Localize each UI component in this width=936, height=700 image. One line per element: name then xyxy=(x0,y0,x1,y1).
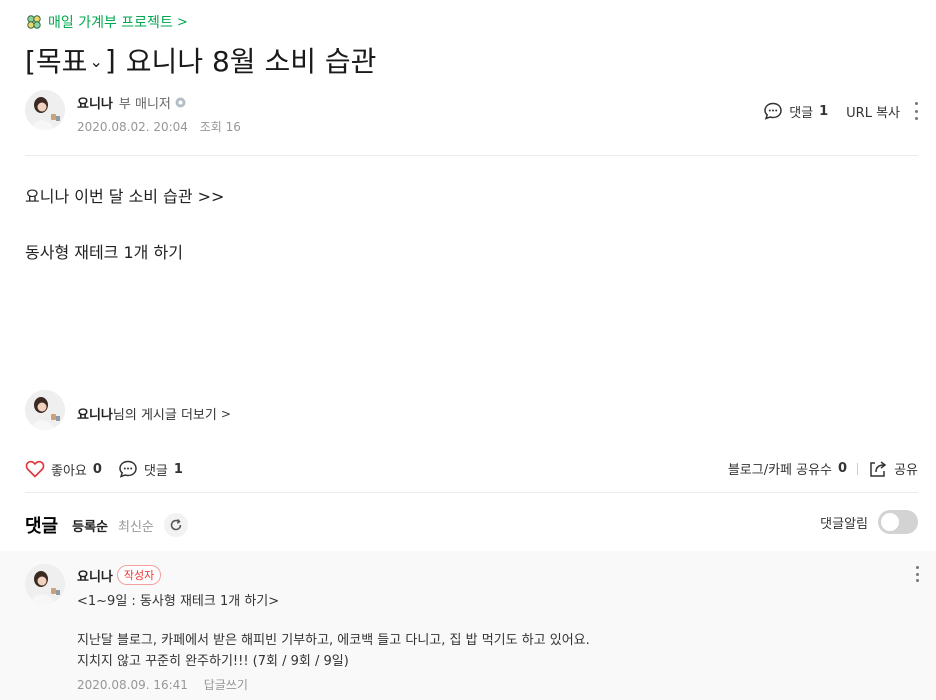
author-avatar[interactable] xyxy=(25,90,65,130)
comment-icon[interactable] xyxy=(118,459,138,479)
like-label[interactable]: 좋아요 xyxy=(51,460,87,479)
reaction-bar: 좋아요 0 댓글 1 xyxy=(25,459,183,479)
sort-latest-tab[interactable]: 최신순 xyxy=(118,516,154,535)
notify-label: 댓글알림 xyxy=(820,516,868,532)
comment-icon[interactable] xyxy=(763,101,783,121)
heart-icon[interactable] xyxy=(25,460,45,478)
reaction-comment-count: 1 xyxy=(173,461,183,477)
comment-link-label[interactable]: 댓글 xyxy=(789,102,813,121)
comments-title: 댓글 xyxy=(25,516,59,537)
comment-footer: 2020.08.09. 16:41 답글쓰기 xyxy=(77,676,248,693)
more-options-icon[interactable] xyxy=(914,102,918,120)
board-breadcrumb-link[interactable]: 매일 가계부 프로젝트 > xyxy=(26,12,188,32)
comments-header: 댓글 등록순 최신순 xyxy=(25,512,188,538)
sort-registered-tab[interactable]: 등록순 xyxy=(72,516,108,535)
more-posts-avatar[interactable] xyxy=(25,390,65,430)
share-bar: 블로그/카페 공유수 0 공유 xyxy=(728,459,918,478)
clover-icon xyxy=(26,14,42,30)
more-posts-link[interactable]: 요니나 님의 게시글 더보기 > xyxy=(77,404,231,424)
title-text: 요니나 8월 소비 습관 xyxy=(125,45,377,78)
author-name[interactable]: 요니나 xyxy=(77,93,113,112)
comment-date: 2020.08.09. 16:41 xyxy=(77,678,188,692)
like-count: 0 xyxy=(92,461,102,477)
header-divider xyxy=(25,155,918,156)
reaction-comment-label[interactable]: 댓글 xyxy=(144,460,168,479)
manager-gear-icon xyxy=(174,96,187,109)
share-divider xyxy=(857,462,859,475)
more-posts-suffix: 님의 게시글 더보기 xyxy=(112,408,217,423)
comment-author-row: 요니나 작성자 xyxy=(77,565,162,585)
comment-avatar[interactable] xyxy=(25,564,65,604)
body-line-1: 요니나 이번 달 소비 습관 >> xyxy=(25,187,225,206)
chevron-right-icon: > xyxy=(176,14,188,30)
title-tag[interactable]: [목표 xyxy=(25,40,87,80)
comment-notify: 댓글알림 xyxy=(820,510,918,534)
reaction-divider xyxy=(25,492,918,493)
comment-more-icon[interactable] xyxy=(915,566,919,582)
refresh-button[interactable] xyxy=(163,513,188,537)
share-button-label[interactable]: 공유 xyxy=(894,459,918,478)
comment-count: 1 xyxy=(819,103,829,119)
author-role: 부 매니저 xyxy=(118,97,171,112)
post-title: [목표 ⌄ ] 요니나 8월 소비 습관 xyxy=(25,40,376,80)
more-posts-author: 요니나 xyxy=(77,408,113,423)
url-copy-button[interactable]: URL 복사 xyxy=(846,102,900,121)
author-name-row: 요니나 부 매니저 xyxy=(77,93,187,112)
body-line-2: 동사형 재테크 1개 하기 xyxy=(25,243,183,262)
views-label: 조회 xyxy=(199,120,222,134)
share-icon[interactable] xyxy=(868,460,888,478)
top-actions: 댓글 1 URL 복사 xyxy=(763,101,918,121)
comment-author[interactable]: 요니나 xyxy=(77,566,113,585)
share-count: 0 xyxy=(838,461,848,476)
refresh-icon xyxy=(170,518,182,531)
comment-text-line: 지치지 않고 꾸준히 완주하기!!! (7회 / 9회 / 9일) xyxy=(77,654,349,669)
comment-text-line: <1~9일 : 동사형 재테크 1개 하기> xyxy=(77,594,280,609)
chevron-down-icon[interactable]: ⌄ xyxy=(89,52,102,71)
share-count-label: 블로그/카페 공유수 xyxy=(727,463,833,478)
notify-toggle[interactable] xyxy=(878,510,918,534)
title-tag-close: ] xyxy=(104,43,116,77)
reply-button[interactable]: 답글쓰기 xyxy=(204,678,248,692)
post-meta: 2020.08.02. 20:04 조회 16 xyxy=(77,118,241,135)
writer-badge: 작성자 xyxy=(116,565,162,585)
views-count: 16 xyxy=(225,120,241,134)
chevron-right-icon: > xyxy=(220,406,231,421)
board-link-label: 매일 가계부 프로젝트 xyxy=(48,15,173,31)
post-date: 2020.08.02. 20:04 xyxy=(77,120,188,134)
comment-text-line: 지난달 블로그, 카페에서 받은 해피빈 기부하고, 에코백 들고 다니고, 집… xyxy=(77,633,590,648)
toggle-knob xyxy=(881,513,899,531)
